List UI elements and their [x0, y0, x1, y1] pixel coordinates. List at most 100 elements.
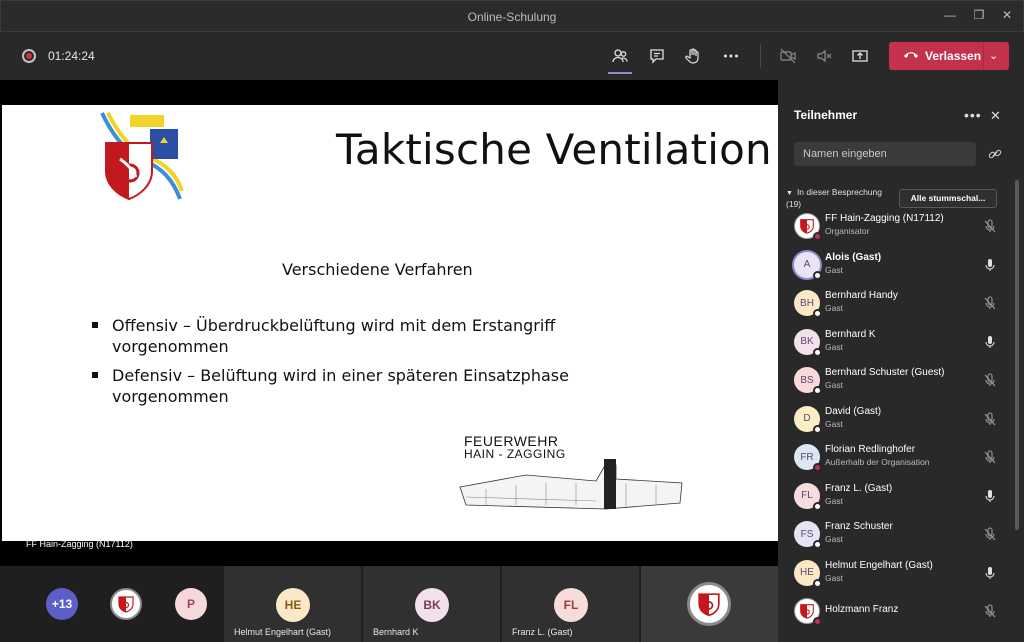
share-invite-link-icon[interactable]: [988, 147, 1002, 161]
participant-row[interactable]: BS Bernhard Schuster (Guest) Gast: [778, 362, 1014, 400]
microphone-muted-icon: [984, 527, 996, 541]
participant-row[interactable]: FF Hain-Zagging (N17112) Organisator: [778, 208, 1014, 246]
participant-row[interactable]: FL Franz L. (Gast) Gast: [778, 478, 1014, 516]
participant-role: Gast: [825, 380, 843, 390]
microphone-muted-icon[interactable]: [982, 218, 998, 234]
avatar-logo: [687, 582, 731, 626]
participant-row[interactable]: Holzmann Franz: [778, 593, 1014, 631]
participant-name: Franz Schuster: [825, 521, 893, 532]
participant-row[interactable]: BK Bernhard K Gast: [778, 324, 1014, 362]
video-tile[interactable]: BK Bernhard K: [363, 566, 500, 642]
people-icon: [612, 49, 628, 63]
participant-row[interactable]: D David (Gast) Gast: [778, 401, 1014, 439]
presentation-slide: Taktische Ventilation Verschiedene Verfa…: [2, 105, 778, 541]
participant-role: Gast: [825, 341, 843, 352]
fire-brigade-logo-icon: [118, 596, 134, 613]
toolbar-divider: [760, 44, 761, 68]
chat-button[interactable]: [645, 44, 669, 68]
raise-hand-button[interactable]: [681, 44, 705, 68]
close-window-icon[interactable]: ✕: [1000, 8, 1014, 22]
participant-row[interactable]: FS Franz Schuster Gast: [778, 516, 1014, 554]
presence-status-icon: [813, 578, 822, 588]
restore-icon[interactable]: ❐: [972, 8, 986, 22]
presence-status-icon: [813, 309, 822, 318]
chevron-down-icon[interactable]: ⌄: [989, 49, 998, 62]
presence-status-icon: [813, 232, 822, 241]
participant-name: Florian Redlinghofer: [825, 444, 916, 455]
presence-status-icon: [813, 270, 822, 280]
close-panel-icon[interactable]: ✕: [990, 108, 1001, 124]
chevron-down-icon: ▼: [786, 190, 793, 197]
participant-name: Bernhard K: [825, 328, 876, 340]
participants-button[interactable]: [608, 44, 632, 74]
avatar[interactable]: P: [175, 588, 207, 620]
participant-role: Gast: [825, 534, 843, 544]
in-meeting-section-header[interactable]: ▼ In dieser Besprechung (19): [786, 187, 896, 210]
slide-bullet: Defensiv – Belüftung wird in einer späte…: [90, 365, 610, 407]
microphone-muted-icon: [984, 219, 996, 233]
avatar: HE: [276, 588, 310, 622]
hand-icon: [685, 48, 699, 64]
participant-name: Franz L. (Gast): [825, 482, 893, 494]
participant-role: Gast: [825, 264, 843, 275]
participant-role: Gast: [825, 418, 843, 429]
microphone-muted-icon[interactable]: [982, 295, 998, 311]
panel-title: Teilnehmer: [794, 108, 858, 122]
participant-name: Bernhard Handy: [825, 290, 898, 301]
video-tile-self[interactable]: [641, 566, 778, 642]
meeting-timer: 01:24:24: [48, 49, 95, 63]
participant-name: Holzmann Franz: [825, 604, 899, 615]
microphone-on-icon[interactable]: [982, 257, 998, 273]
participant-row[interactable]: HE Helmut Engelhart (Gast) Gast: [778, 555, 1014, 593]
microphone-on-icon[interactable]: [982, 334, 998, 350]
panel-scrollbar[interactable]: [1015, 180, 1019, 530]
participant-row[interactable]: BH Bernhard Handy Gast: [778, 285, 1014, 323]
video-tile[interactable]: HE Helmut Engelhart (Gast): [224, 566, 361, 642]
teams-meeting-window: Online-Schulung — ❐ ✕ 01:24:24 Verlassen…: [0, 0, 1024, 642]
slide-title: Taktische Ventilation: [336, 125, 772, 174]
leave-label: Verlassen: [925, 49, 982, 63]
fire-brigade-logo-icon: [800, 219, 814, 234]
presence-status-icon: [813, 424, 822, 434]
avatar: BK: [415, 588, 449, 622]
hang-up-icon: [904, 52, 918, 58]
avatar-logo[interactable]: [110, 588, 142, 620]
leave-divider: [983, 42, 984, 70]
more-participants-button[interactable]: +13: [46, 588, 78, 620]
microphone-muted-icon[interactable]: [982, 603, 998, 619]
tile-name: Helmut Engelhart (Gast): [234, 627, 332, 637]
mic-toggle[interactable]: [812, 44, 836, 68]
microphone-muted-icon: [984, 296, 996, 310]
participant-row[interactable]: A Alois (Gast) Gast: [778, 247, 1014, 285]
presence-status-icon: [813, 617, 822, 626]
title-bar: Online-Schulung — ❐ ✕: [0, 0, 1024, 32]
share-button[interactable]: [848, 44, 872, 68]
mute-all-button[interactable]: Alle stummschal...: [899, 189, 997, 208]
microphone-on-icon[interactable]: [982, 488, 998, 504]
microphone-muted-icon[interactable]: [982, 372, 998, 388]
microphone-muted-icon[interactable]: [982, 526, 998, 542]
microphone-on-icon[interactable]: [982, 565, 998, 581]
participant-name: Bernhard Schuster (Guest): [825, 367, 945, 378]
share-tray-icon: [852, 50, 868, 62]
slide-bullet-list: Offensiv – Überdruckbelüftung wird mit d…: [90, 315, 610, 415]
more-actions-button[interactable]: [719, 44, 743, 68]
participant-name: Alois (Gast): [825, 251, 882, 263]
presence-status-icon: [813, 501, 822, 511]
video-strip: +13 P HE Helmut Engelhart (Gast) BK Bern…: [0, 566, 778, 642]
presence-status-icon: [813, 386, 822, 395]
presence-status-icon: [813, 347, 822, 357]
participant-role: Außerhalb der Organisation: [825, 457, 930, 467]
leave-button[interactable]: Verlassen ⌄: [889, 42, 1009, 70]
participant-row[interactable]: FR Florian Redlinghofer Außerhalb der Orga…: [778, 439, 1014, 477]
microphone-muted-icon[interactable]: [982, 449, 998, 465]
panel-more-icon[interactable]: •••: [964, 107, 982, 123]
fire-brigade-logo-icon: [800, 604, 814, 619]
participant-search-input[interactable]: [794, 142, 976, 166]
camera-toggle[interactable]: [776, 44, 800, 68]
microphone-icon: [985, 258, 995, 271]
participant-name: FF Hain-Zagging (N17112): [825, 213, 944, 224]
video-tile[interactable]: FL Franz L. (Gast): [502, 566, 639, 642]
minimize-icon[interactable]: —: [943, 8, 957, 22]
microphone-muted-icon[interactable]: [982, 411, 998, 427]
